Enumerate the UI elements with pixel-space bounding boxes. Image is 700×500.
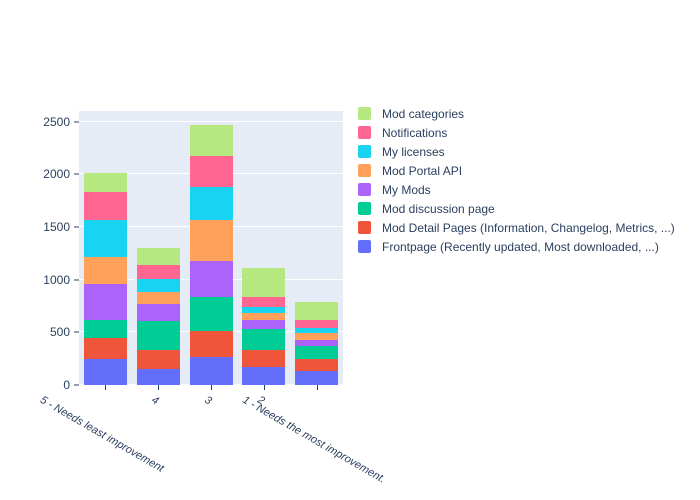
legend-item[interactable]: Mod Detail Pages (Information, Changelog… xyxy=(358,218,693,237)
bar-segment[interactable] xyxy=(83,283,127,320)
bar-segment[interactable] xyxy=(189,357,233,385)
legend-item-label: My Mods xyxy=(382,182,431,197)
legend-item[interactable]: Mod categories xyxy=(358,104,693,123)
legend-swatch-icon xyxy=(358,107,371,120)
bar-segment[interactable] xyxy=(189,186,233,220)
legend-item-label: Frontpage (Recently updated, Most downlo… xyxy=(382,239,659,254)
bar-segment[interactable] xyxy=(242,328,286,350)
x-axis-tick-mark xyxy=(158,385,160,390)
y-axis-tick-label: 500 xyxy=(49,325,70,340)
legend-swatch-icon xyxy=(358,183,371,196)
bar-group[interactable] xyxy=(136,247,180,385)
bar-segment[interactable] xyxy=(242,367,286,385)
bar-segment[interactable] xyxy=(136,320,180,350)
legend-swatch-icon xyxy=(358,145,371,158)
bar-segment[interactable] xyxy=(83,338,127,360)
bar-segment[interactable] xyxy=(295,302,339,320)
x-axis-tick-mark xyxy=(316,385,318,390)
y-axis-tick-label: 0 xyxy=(63,378,70,392)
bar-segment[interactable] xyxy=(83,257,127,284)
bar-segment[interactable] xyxy=(189,155,233,187)
x-axis-tick-mark xyxy=(211,385,212,390)
x-axis-tick-label: 3 xyxy=(202,394,214,408)
bar-segment[interactable] xyxy=(189,296,233,332)
legend-item[interactable]: Notifications xyxy=(358,123,693,142)
bar-segment[interactable] xyxy=(83,319,127,339)
bar-segment[interactable] xyxy=(83,219,127,257)
bar-group[interactable] xyxy=(242,267,286,385)
legend-item-label: Mod categories xyxy=(382,106,465,121)
bar-segment[interactable] xyxy=(136,291,180,305)
legend-item[interactable]: Frontpage (Recently updated, Most downlo… xyxy=(358,237,693,256)
y-axis-tick-label: 1500 xyxy=(43,219,70,234)
bar-segment[interactable] xyxy=(136,264,180,279)
bar-segment[interactable] xyxy=(189,260,233,297)
x-axis-tick-mark xyxy=(105,385,107,390)
bar-segment[interactable] xyxy=(189,124,233,156)
legend-swatch-icon xyxy=(358,202,371,215)
x-axis-tick-label: 1 - Needs the most improvement. xyxy=(240,394,387,486)
bar-segment[interactable] xyxy=(83,172,127,192)
bar-segment[interactable] xyxy=(242,320,286,329)
bar-segment[interactable] xyxy=(295,332,339,341)
legend-item[interactable]: My Mods xyxy=(358,180,693,199)
bar-segment[interactable] xyxy=(136,278,180,292)
legend-item[interactable]: Mod Portal API xyxy=(358,161,693,180)
bar-segment[interactable] xyxy=(136,368,180,385)
bar-segment[interactable] xyxy=(136,349,180,369)
bar-segment[interactable] xyxy=(136,304,180,321)
legend-swatch-icon xyxy=(358,240,371,253)
legend-item-label: Mod Detail Pages (Information, Changelog… xyxy=(382,220,675,235)
y-axis: 0 500 1000 1500 2000 2500 xyxy=(0,111,79,392)
bar-segment[interactable] xyxy=(189,331,233,358)
legend-swatch-icon xyxy=(358,126,371,139)
bar-group[interactable] xyxy=(295,302,339,385)
stacked-bar-chart: 0 500 1000 1500 2000 2500 5 - Needs least imp… xyxy=(0,0,700,500)
bar-segment[interactable] xyxy=(189,219,233,261)
y-axis-tick-label: 1000 xyxy=(43,272,70,287)
bar-segment[interactable] xyxy=(295,319,339,329)
bar-segment[interactable] xyxy=(295,359,339,371)
legend-item-label: Mod discussion page xyxy=(382,201,495,216)
legend-item-label: Notifications xyxy=(382,125,448,140)
x-axis-tick-label: 4 xyxy=(149,394,161,408)
bar-segment[interactable] xyxy=(242,349,286,368)
bar-segment[interactable] xyxy=(136,247,180,265)
x-axis: 5 - Needs least improvement 4 3 2 1 - Needs … xyxy=(38,385,387,500)
bar-segment[interactable] xyxy=(242,267,286,298)
legend-item[interactable]: My licenses xyxy=(358,142,693,161)
gridline xyxy=(79,120,343,122)
legend: Mod categories Notifications My licenses Mo… xyxy=(358,104,693,256)
y-axis-tick-label: 2000 xyxy=(43,167,70,182)
bar-group[interactable] xyxy=(83,172,127,385)
legend-item-label: Mod Portal API xyxy=(382,163,463,178)
bar-segment[interactable] xyxy=(242,297,286,307)
legend-item-label: My licenses xyxy=(382,144,445,159)
bar-segment[interactable] xyxy=(242,312,286,321)
bar-segment[interactable] xyxy=(295,346,339,360)
x-axis-tick-label: 5 - Needs least improvement xyxy=(38,394,167,475)
bar-segment[interactable] xyxy=(83,191,127,220)
x-axis-tick-mark xyxy=(263,385,265,390)
legend-item[interactable]: Mod discussion page xyxy=(358,199,693,218)
bar-segment[interactable] xyxy=(83,359,127,385)
bar-group[interactable] xyxy=(189,124,233,385)
plot-area xyxy=(79,111,343,385)
legend-swatch-icon xyxy=(358,221,371,234)
y-axis-tick-label: 2500 xyxy=(43,114,70,129)
legend-swatch-icon xyxy=(358,164,371,177)
bar-segment[interactable] xyxy=(295,370,339,385)
